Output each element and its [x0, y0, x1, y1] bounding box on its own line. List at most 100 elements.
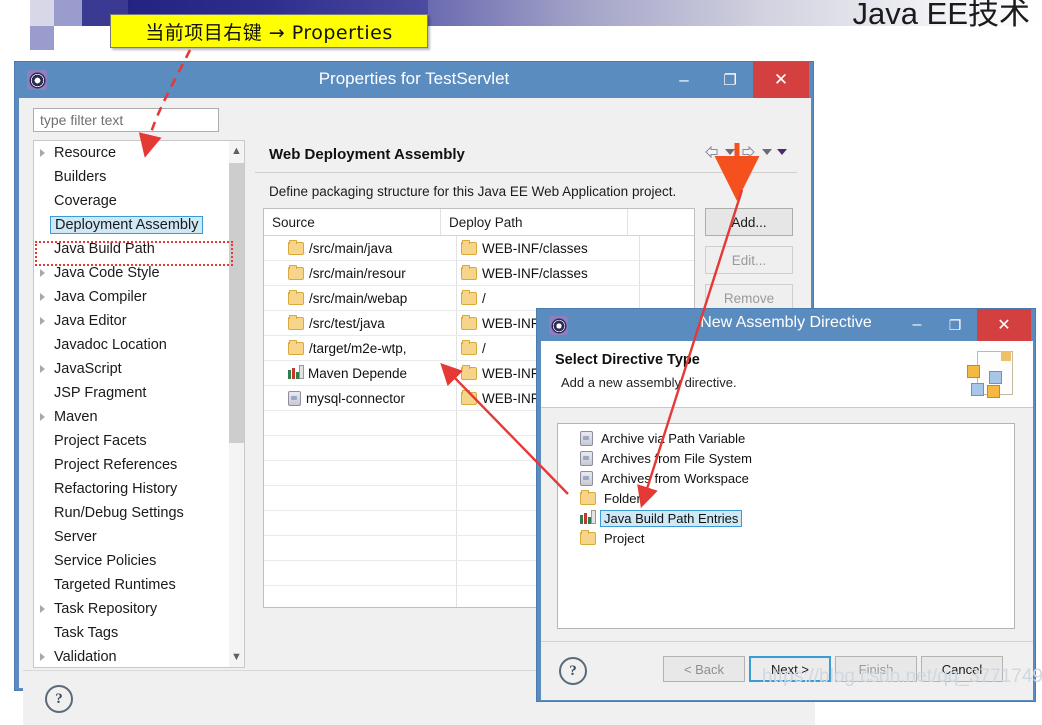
tree-item-builders[interactable]: Builders — [34, 165, 244, 189]
directive-item-label: Folder — [604, 490, 641, 506]
help-icon[interactable]: ? — [45, 685, 73, 713]
tree-item-jsp-fragment[interactable]: JSP Fragment — [34, 381, 244, 405]
tree-item-label: Targeted Runtimes — [54, 577, 176, 593]
navigation-icons — [703, 145, 787, 159]
column-header-blank[interactable] — [628, 209, 694, 235]
banner-band — [54, 0, 82, 26]
table-action-buttons: Add... Edit... Remove — [705, 208, 793, 322]
cell-source — [264, 461, 457, 485]
folder-icon — [461, 264, 477, 280]
tree-item-label: Resource — [54, 145, 117, 161]
close-button[interactable]: ✕ — [977, 309, 1031, 341]
tree-item-label: Coverage — [54, 193, 117, 209]
jar-icon — [580, 430, 593, 446]
cell-source: /src/main/java — [264, 236, 457, 260]
assembly-body: Select Directive Type Add a new assembly… — [541, 341, 1033, 700]
expand-triangle-icon[interactable] — [40, 605, 45, 613]
tree-item-deployment-assembly[interactable]: Deployment Assembly — [34, 213, 244, 237]
close-button[interactable]: ✕ — [753, 62, 809, 98]
folder-icon — [461, 389, 477, 405]
directive-item-java-build-path-entries[interactable]: Java Build Path Entries — [558, 508, 1014, 528]
cell-source — [264, 586, 457, 607]
tree-item-validation[interactable]: Validation — [34, 645, 244, 667]
tree-item-javadoc-location[interactable]: Javadoc Location — [34, 333, 244, 357]
forward-dropdown-icon[interactable] — [762, 149, 772, 155]
open-folder-icon — [580, 529, 596, 545]
column-header-source[interactable]: Source — [264, 209, 441, 235]
back-arrow-icon[interactable] — [703, 145, 720, 159]
tree-item-task-tags[interactable]: Task Tags — [34, 621, 244, 645]
directive-type-list[interactable]: Archive via Path Variable Archives from F… — [557, 423, 1015, 629]
expand-triangle-icon[interactable] — [40, 365, 45, 373]
expand-triangle-icon[interactable] — [40, 293, 45, 301]
expand-triangle-icon[interactable] — [40, 653, 45, 661]
column-header-deploy-path[interactable]: Deploy Path — [441, 209, 628, 235]
tree-item-java-code-style[interactable]: Java Code Style — [34, 261, 244, 285]
cell-source — [264, 511, 457, 535]
tree-item-project-facets[interactable]: Project Facets — [34, 429, 244, 453]
back-dropdown-icon[interactable] — [725, 149, 735, 155]
expand-triangle-icon[interactable] — [40, 317, 45, 325]
tree-item-server[interactable]: Server — [34, 525, 244, 549]
view-menu-icon[interactable] — [777, 149, 787, 155]
table-header-row: Source Deploy Path — [264, 209, 694, 236]
folder-icon — [461, 314, 477, 330]
maximize-button[interactable]: ❐ — [709, 62, 751, 98]
tree-item-java-build-path[interactable]: Java Build Path — [34, 237, 244, 261]
content-header: Web Deployment Assembly — [255, 140, 797, 173]
tree-scroll-thumb[interactable] — [229, 163, 244, 443]
directive-item-archives-from-workspace[interactable]: Archives from Workspace — [558, 468, 1014, 488]
tree-item-service-policies[interactable]: Service Policies — [34, 549, 244, 573]
directive-item-project[interactable]: Project — [558, 528, 1014, 548]
tree-item-task-repository[interactable]: Task Repository — [34, 597, 244, 621]
scroll-up-icon[interactable]: ▲ — [229, 141, 244, 161]
folder-icon — [288, 289, 304, 305]
tree-item-label: Deployment Assembly — [50, 216, 204, 234]
properties-titlebar: Properties for TestServlet – ❐ ✕ — [15, 62, 813, 98]
directive-item-folder[interactable]: Folder — [558, 488, 1014, 508]
folder-icon — [461, 289, 477, 305]
expand-triangle-icon[interactable] — [40, 269, 45, 277]
maximize-button[interactable]: ❐ — [937, 309, 973, 341]
table-row[interactable]: /src/main/resour WEB-INF/classes — [264, 261, 694, 286]
tree-item-resource[interactable]: Resource — [34, 141, 244, 165]
minimize-button[interactable]: – — [663, 62, 705, 98]
tree-item-label: Refactoring History — [54, 481, 178, 497]
directive-item-label: Archives from File System — [601, 450, 752, 466]
tree-item-coverage[interactable]: Coverage — [34, 189, 244, 213]
tree-item-label: Java Code Style — [54, 265, 160, 281]
tree-item-run-debug-settings[interactable]: Run/Debug Settings — [34, 501, 244, 525]
cell-deploy-label: WEB-INF/classes — [482, 265, 588, 281]
expand-triangle-icon[interactable] — [40, 413, 45, 421]
tree-item-label: Run/Debug Settings — [54, 505, 184, 521]
tree-item-java-compiler[interactable]: Java Compiler — [34, 285, 244, 309]
cell-source-label: /src/main/java — [309, 240, 393, 256]
tree-scrollbar[interactable]: ▲ ▼ — [229, 141, 244, 667]
tree-item-project-references[interactable]: Project References — [34, 453, 244, 477]
tree-item-javascript[interactable]: JavaScript — [34, 357, 244, 381]
minimize-button[interactable]: – — [899, 309, 935, 341]
tree-item-refactoring-history[interactable]: Refactoring History — [34, 477, 244, 501]
edit-button[interactable]: Edit... — [705, 246, 793, 274]
help-icon[interactable]: ? — [559, 657, 587, 685]
settings-tree[interactable]: Resource Builders Coverage Deployment Assem… — [33, 140, 245, 668]
page-title: Web Deployment Assembly — [269, 146, 465, 163]
cell-deploy-path: / — [457, 286, 640, 310]
tree-item-maven[interactable]: Maven — [34, 405, 244, 429]
back-button[interactable]: < Back — [663, 656, 745, 682]
tree-item-targeted-runtimes[interactable]: Targeted Runtimes — [34, 573, 244, 597]
cell-source — [264, 436, 457, 460]
folder-icon — [461, 339, 477, 355]
filter-input[interactable]: type filter text — [33, 108, 219, 132]
add-button[interactable]: Add... — [705, 208, 793, 236]
table-row[interactable]: /src/main/java WEB-INF/classes — [264, 236, 694, 261]
tree-item-java-editor[interactable]: Java Editor — [34, 309, 244, 333]
forward-arrow-icon[interactable] — [740, 145, 757, 159]
jar-icon — [580, 470, 593, 486]
folder-icon — [461, 239, 477, 255]
directive-item-archives-from-file-system[interactable]: Archives from File System — [558, 448, 1014, 468]
directive-item-archive-via-path-variable[interactable]: Archive via Path Variable — [558, 428, 1014, 448]
scroll-down-icon[interactable]: ▼ — [229, 647, 244, 667]
tree-item-label: Java Compiler — [54, 289, 147, 305]
expand-triangle-icon[interactable] — [40, 149, 45, 157]
